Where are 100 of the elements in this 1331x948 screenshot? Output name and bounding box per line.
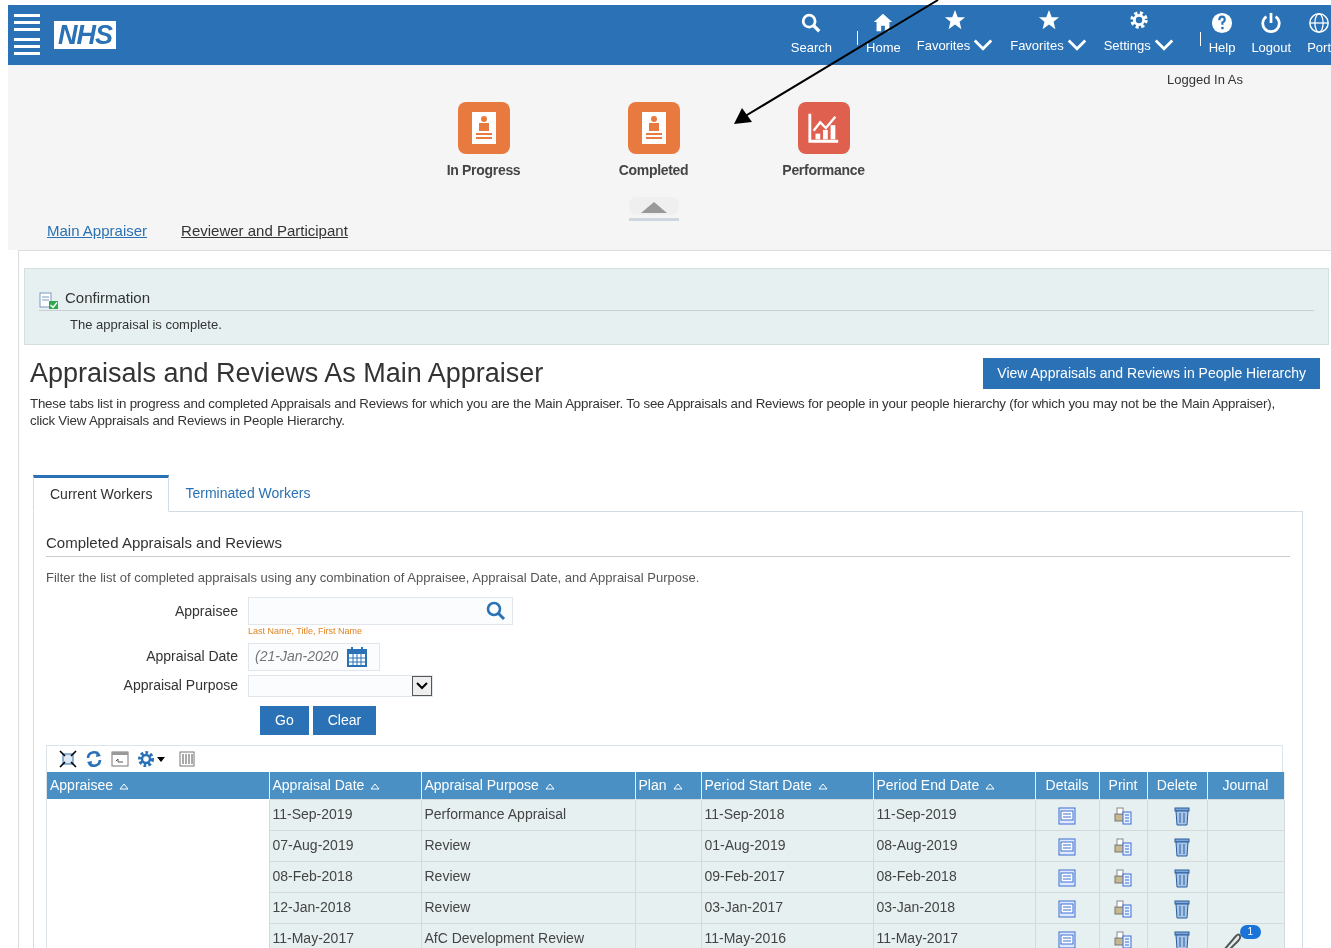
- print-icon[interactable]: [1114, 868, 1132, 887]
- section-title: Completed Appraisals and Reviews: [46, 532, 1290, 557]
- details-icon[interactable]: [1058, 930, 1076, 948]
- details-icon[interactable]: [1058, 837, 1076, 856]
- print-icon[interactable]: [1114, 806, 1132, 825]
- table-cell: 08-Aug-2019: [873, 830, 1035, 862]
- confirmation-icon: [39, 291, 59, 310]
- table-cell: Review: [421, 892, 635, 924]
- page-description: These tabs list in progress and completed Appraisals and Reviews for which you are the Main Appraiser. To see Appraisals and Reviews for people in your people hierarchy (for which you may not be the Main Appraiser), click View Appraisals and Reviews in People Hierarchy.: [29, 395, 1277, 430]
- trash-icon[interactable]: [1174, 867, 1190, 888]
- appraisee-field[interactable]: [248, 597, 513, 626]
- column-header: Print: [1099, 771, 1147, 800]
- nav-item[interactable]: Help: [1200, 12, 1244, 58]
- globe-icon: [1308, 12, 1331, 35]
- table-cell: 03-Jan-2017: [701, 892, 873, 924]
- page-tab[interactable]: Main Appraiser: [47, 220, 148, 243]
- field-hint: Last Name, Title, First Name: [248, 625, 363, 639]
- trash-icon[interactable]: [1174, 805, 1190, 826]
- column-header[interactable]: Appraisee: [47, 771, 269, 800]
- sort-icon[interactable]: [817, 782, 828, 791]
- details-icon[interactable]: [1058, 806, 1076, 825]
- springboard-tile[interactable]: [797, 101, 850, 154]
- field-label: Appraisal Date: [146, 647, 238, 667]
- springboard-tile[interactable]: [457, 101, 510, 154]
- detach-icon[interactable]: [111, 749, 129, 768]
- column-header[interactable]: Appraisal Date: [269, 771, 421, 800]
- table-cell: 08-Feb-2018: [873, 861, 1035, 893]
- field-label: Appraisal Purpose: [123, 676, 238, 696]
- dropdown-caret-icon[interactable]: [412, 675, 432, 696]
- column-header[interactable]: Plan: [635, 771, 701, 800]
- table-cell: 11-Sep-2019: [873, 799, 1035, 831]
- print-icon[interactable]: [1114, 899, 1132, 918]
- springboard-label: Completed: [618, 160, 689, 180]
- date-input[interactable]: (21-Jan-2020: [249, 645, 343, 669]
- worker-tab[interactable]: Terminated Workers: [169, 475, 327, 512]
- column-header: Delete: [1147, 771, 1207, 800]
- power-icon: [1260, 12, 1283, 35]
- logo[interactable]: NHS: [54, 21, 116, 49]
- hierarchy-button[interactable]: View Appraisals and Reviews in People Hierarchy: [983, 357, 1320, 389]
- date-field[interactable]: (21-Jan-2020: [248, 642, 380, 671]
- search-icon: [800, 12, 823, 35]
- table-cell: Review: [421, 861, 635, 893]
- nav-item[interactable]: Favorites: [1002, 9, 1096, 61]
- details-icon[interactable]: [1058, 899, 1076, 918]
- table-cell: 03-Jan-2018: [873, 892, 1035, 924]
- confirmation-title: Confirmation: [65, 288, 151, 308]
- worker-tab[interactable]: Current Workers: [33, 475, 170, 513]
- table-cell: AfC Development Review: [421, 923, 635, 948]
- table-cell: 08-Feb-2018: [269, 861, 421, 893]
- table-cell: 09-Feb-2017: [701, 861, 873, 893]
- table-cell: 01-Aug-2019: [701, 830, 873, 862]
- table-cell: 12-Jan-2018: [269, 892, 421, 924]
- sort-icon[interactable]: [119, 782, 130, 791]
- expand-icon[interactable]: [59, 749, 77, 768]
- settings-icon[interactable]: [137, 749, 165, 768]
- column-header: Journal: [1207, 771, 1284, 800]
- nav-item[interactable]: Port: [1299, 12, 1331, 58]
- table-cell: Performance Appraisal: [421, 799, 635, 831]
- trash-icon[interactable]: [1174, 836, 1190, 857]
- columns-icon[interactable]: [179, 750, 195, 767]
- column-header[interactable]: Appraisal Purpose: [421, 771, 635, 800]
- print-icon[interactable]: [1114, 837, 1132, 856]
- journal-count: 1: [1239, 924, 1262, 939]
- springboard-tile[interactable]: [627, 101, 680, 154]
- table-cell: 11-Sep-2018: [701, 799, 873, 831]
- star-icon: [1037, 9, 1060, 31]
- id-card-icon: [640, 110, 667, 145]
- column-header[interactable]: Period Start Date: [701, 771, 873, 800]
- id-card-icon: [470, 110, 497, 145]
- table-cell: 11-May-2017: [269, 923, 421, 948]
- refresh-icon[interactable]: [85, 749, 103, 768]
- sort-icon[interactable]: [672, 782, 683, 791]
- filter-button[interactable]: Clear: [312, 705, 377, 735]
- nav-item[interactable]: Favorites: [908, 9, 1003, 61]
- trash-icon[interactable]: [1174, 929, 1190, 948]
- purpose-select[interactable]: [248, 674, 433, 697]
- settings-icon: [1128, 9, 1151, 31]
- filter-hint: Filter the list of completed appraisals using any combination of Appraisee, Appraisal Date, and Appraisal Purpose.: [46, 568, 701, 587]
- column-header[interactable]: Period End Date: [873, 771, 1035, 800]
- page-tab[interactable]: Reviewer and Participant: [181, 220, 348, 243]
- field-label: Appraisee: [174, 601, 238, 621]
- table-cell: 11-May-2017: [873, 923, 1035, 948]
- search-icon[interactable]: [486, 601, 506, 622]
- nav-item[interactable]: Logout: [1243, 12, 1300, 58]
- help-icon: [1211, 12, 1233, 35]
- sort-icon[interactable]: [544, 782, 555, 791]
- logged-in-label: Logged In As: [1167, 71, 1243, 89]
- column-header: Details: [1035, 771, 1099, 800]
- trash-icon[interactable]: [1174, 898, 1190, 919]
- calendar-icon[interactable]: [347, 646, 367, 667]
- sort-icon[interactable]: [370, 782, 381, 791]
- print-icon[interactable]: [1114, 930, 1132, 948]
- sort-icon[interactable]: [985, 782, 996, 791]
- collapse-caret-icon[interactable]: [628, 196, 679, 221]
- table-cell: 11-Sep-2019: [269, 799, 421, 831]
- filter-button[interactable]: Go: [260, 705, 309, 735]
- springboard-label: In Progress: [446, 160, 521, 180]
- nav-item[interactable]: Home: [858, 12, 909, 58]
- details-icon[interactable]: [1058, 868, 1076, 887]
- menu-icon[interactable]: [14, 12, 40, 58]
